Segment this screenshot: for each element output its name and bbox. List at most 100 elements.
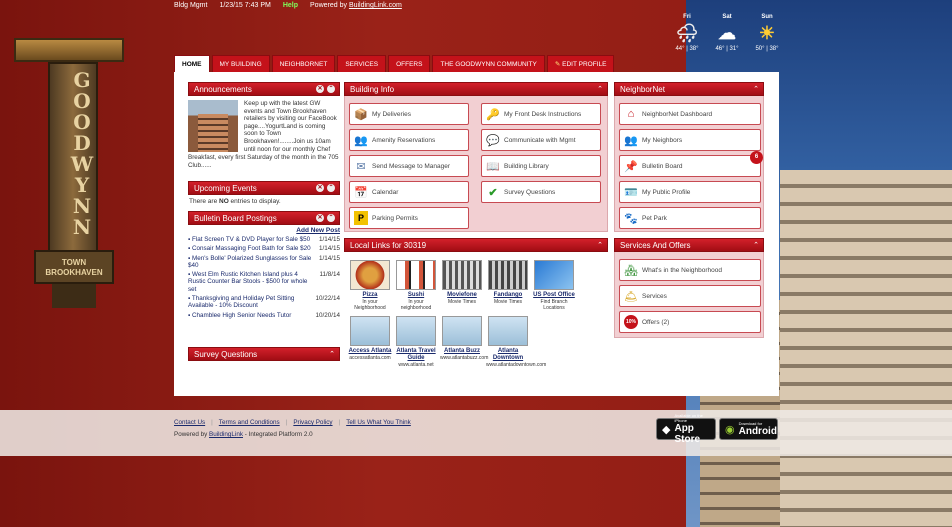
neighbornet-dashboard-button[interactable]: ⌂ NeighborNet Dashboard <box>619 103 761 125</box>
amenity-reservations-button[interactable]: 👥 Amenity Reservations <box>349 129 469 151</box>
bulletin-post[interactable]: ▪ Consair Massaging Foot Bath for Sale $… <box>188 245 340 252</box>
link-tile-post-office[interactable]: US Post Office Find Branch Locations <box>532 260 576 311</box>
sign-top <box>14 38 124 62</box>
button-label: Services <box>642 292 667 300</box>
bulletin-board-panel: Bulletin Board Postings ✕ ⌃ Add New Post ▪… <box>188 211 340 343</box>
footer-powered: Powered by BuildingLink - Integrated Pla… <box>174 431 313 438</box>
chevron-up-icon[interactable]: ⌃ <box>753 239 759 253</box>
terms-link[interactable]: Terms and Conditions <box>219 419 280 426</box>
collapse-icon[interactable]: ⌃ <box>327 85 335 93</box>
button-label: Bulletin Board <box>642 162 683 170</box>
privacy-link[interactable]: Privacy Policy <box>293 419 332 426</box>
button-label: Pet Park <box>642 214 667 222</box>
post-title: Men's Bolle' Polarized Sunglasses for Sa… <box>188 254 312 269</box>
tab-neighbornet[interactable]: NEIGHBORNET <box>271 55 336 72</box>
profile-card-icon: 🪪 <box>624 186 638 199</box>
house-icon: ⌂ <box>627 108 635 120</box>
local-links-title: Local Links for 30319 <box>350 241 427 250</box>
link-tile-atlanta-travel[interactable]: Atlanta Travel Guide www.atlanta.net <box>394 316 438 368</box>
building-library-button[interactable]: 📖 Building Library <box>481 155 601 177</box>
bulletin-post[interactable]: ▪ Thanksgiving and Holiday Pet Sitting A… <box>188 295 340 310</box>
close-icon[interactable]: ✕ <box>316 85 324 93</box>
chevron-up-icon[interactable]: ⌃ <box>753 83 759 97</box>
bulletin-post[interactable]: ▪ Men's Bolle' Polarized Sunglasses for … <box>188 255 340 270</box>
link-tile-atlanta-downtown[interactable]: Atlanta Downtown www.atlantadowntown.com <box>486 316 547 368</box>
link-tile-pizza[interactable]: Pizza In your Neighborhood <box>348 260 392 311</box>
collapse-icon[interactable]: ⌃ <box>327 214 335 222</box>
link-tile-fandango[interactable]: Fandango Movie Times <box>486 260 530 305</box>
link-tile-moviefone[interactable]: Moviefone Movie Times <box>440 260 484 305</box>
bulletin-post[interactable]: ▪ Chamblee High Senior Needs Tutor 10/20/… <box>188 312 340 319</box>
tile-sub: In your Neighborhood <box>354 299 386 311</box>
parking-permits-button[interactable]: P Parking Permits <box>349 207 469 229</box>
add-new-post-link[interactable]: Add New Post <box>188 227 340 234</box>
my-deliveries-button[interactable]: 📦 My Deliveries <box>349 103 469 125</box>
tile-name: Fandango <box>493 292 523 298</box>
sign-foot <box>52 284 96 308</box>
post-title: Chamblee High Senior Needs Tutor <box>191 311 292 319</box>
tile-name: Access Atlanta <box>348 348 392 354</box>
weather-day: Fri 🌧 44° | 38° <box>672 14 702 52</box>
tab-my-building[interactable]: MY BUILDING <box>211 55 270 72</box>
collapse-icon[interactable]: ⌃ <box>327 184 335 192</box>
link-tile-sushi[interactable]: Sushi In your neighborhood <box>394 260 438 311</box>
tab-home[interactable]: HOME <box>174 55 210 72</box>
post-date: 10/22/14 <box>315 295 340 303</box>
my-public-profile-button[interactable]: 🪪 My Public Profile <box>619 181 761 203</box>
survey-questions-title: Survey Questions <box>194 350 258 359</box>
weather-temps: 44° | 38° <box>675 46 699 52</box>
post-date: 1/14/15 <box>318 236 340 243</box>
package-icon: 📦 <box>354 108 368 121</box>
tab-community[interactable]: THE GOODWYNN COMMUNITY <box>432 55 545 72</box>
chevron-up-icon[interactable]: ⌃ <box>597 83 603 97</box>
post-title: West Elm Rustic Kitchen Island plus 4 Ru… <box>188 271 308 293</box>
mail-image <box>534 260 574 290</box>
neighbornet-header: NeighborNet ⌃ <box>614 82 764 96</box>
help-link[interactable]: Help <box>283 2 298 12</box>
local-links-body: Pizza In your Neighborhood Sushi In your n… <box>344 252 608 372</box>
survey-questions-header[interactable]: Survey Questions ⌃ <box>188 347 340 361</box>
bulletin-post[interactable]: ▪ Flat Screen TV & DVD Player for Sale $… <box>188 236 340 243</box>
close-icon[interactable]: ✕ <box>316 214 324 222</box>
tile-sub: In your neighborhood <box>400 299 432 311</box>
link-tile-access-atlanta[interactable]: Access Atlanta accessatlanta.com <box>348 316 392 361</box>
contact-us-link[interactable]: Contact Us <box>174 419 205 426</box>
post-title: Flat Screen TV & DVD Player for Sale $50 <box>191 236 311 243</box>
buildinglink-link[interactable]: BuildingLink.com <box>349 2 402 9</box>
tab-services[interactable]: SERVICES <box>337 55 387 72</box>
send-message-button[interactable]: ✉ Send Message to Manager <box>349 155 469 177</box>
bulletin-post[interactable]: ▪ West Elm Rustic Kitchen Island plus 4 … <box>188 271 340 293</box>
offers-button[interactable]: 10% Offers (2) <box>619 311 761 333</box>
communicate-mgmt-button[interactable]: 💬 Communicate with Mgmt <box>481 129 601 151</box>
tab-offers[interactable]: OFFERS <box>388 55 431 72</box>
link-tile-atlanta-buzz[interactable]: Atlanta Buzz www.atlantabuzz.com <box>440 316 488 361</box>
app-store-button[interactable]: ◆ Available on the iPhone App Store <box>656 413 716 445</box>
weather-low: 38° <box>689 46 699 52</box>
android-button[interactable]: ◉ Download for Android <box>719 418 778 440</box>
tab-edit-profile[interactable]: ✎ EDIT PROFILE <box>546 55 615 72</box>
weather-temps: 50° | 38° <box>755 46 779 52</box>
close-icon[interactable]: ✕ <box>316 184 324 192</box>
front-desk-instructions-button[interactable]: 🔑 My Front Desk Instructions <box>481 103 601 125</box>
calendar-button[interactable]: 📅 Calendar <box>349 181 469 203</box>
sun-icon: ☀ <box>758 23 776 43</box>
neighbornet-title: NeighborNet <box>620 85 665 94</box>
pet-park-button[interactable]: 🐾 Pet Park <box>619 207 761 229</box>
tile-name: Atlanta Downtown <box>492 348 524 361</box>
footer-powered-prefix: Powered by <box>174 431 210 438</box>
services-button[interactable]: 🛎 Services <box>619 285 761 307</box>
apple-icon: ◆ <box>662 423 671 436</box>
chevron-up-icon[interactable]: ⌃ <box>597 239 603 253</box>
announcements-header: Announcements ✕ ⌃ <box>188 82 340 96</box>
notification-badge: 6 <box>750 151 763 164</box>
chevron-up-icon[interactable]: ⌃ <box>329 348 335 362</box>
survey-questions-button[interactable]: ✔ Survey Questions <box>481 181 601 203</box>
tile-sub: www.atlantadowntown.com <box>486 362 547 368</box>
film-image <box>442 260 482 290</box>
services-offers-panel: Services And Offers ⌃ 🏘 What's in the Neig… <box>614 238 764 338</box>
footer-buildinglink-link[interactable]: BuildingLink <box>209 431 243 438</box>
bulletin-board-button[interactable]: 📌 Bulletin Board <box>619 155 761 177</box>
my-neighbors-button[interactable]: 👥 My Neighbors <box>619 129 761 151</box>
feedback-link[interactable]: Tell Us What You Think <box>346 419 411 426</box>
whats-in-neighborhood-button[interactable]: 🏘 What's in the Neighborhood <box>619 259 761 281</box>
